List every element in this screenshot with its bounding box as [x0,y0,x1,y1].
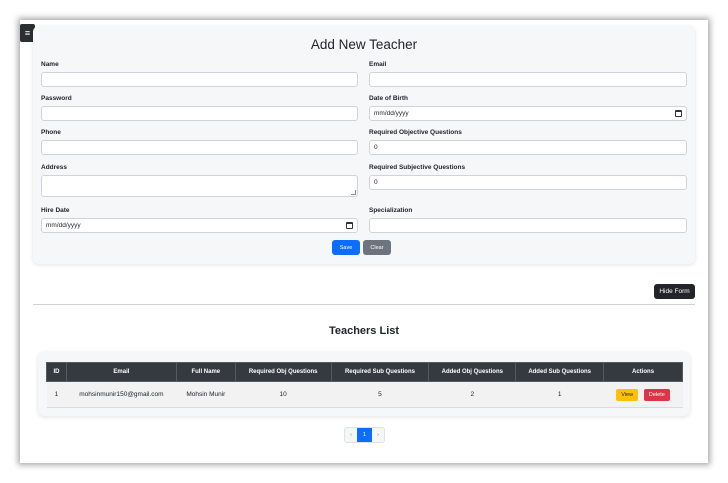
address-textarea[interactable] [41,175,358,197]
cell-email: mohsinmunir150@gmail.com [66,381,177,408]
column-header: Added Sub Questions [515,362,605,382]
email-label: Email [369,61,387,68]
specialization-label: Specialization [369,207,413,214]
resize-grip-icon[interactable] [351,190,356,195]
delete-button[interactable]: Delete [643,388,670,401]
hire-date-value: mm/dd/yyyy [46,222,81,229]
column-header: Added Obj Questions [428,362,517,382]
password-field[interactable] [41,106,358,121]
column-header: Actions [603,362,683,382]
calendar-icon[interactable] [346,222,353,229]
cell-req-obj: 10 [235,381,332,408]
column-header: Required Obj Questions [234,362,332,382]
table-header-row: ID Email Full Name Required Obj Question… [46,362,683,382]
pagination: ‹ 1 › [344,427,385,443]
form-title: Add New Teacher [310,37,418,52]
hire-date-label: Hire Date [41,207,70,214]
next-page-button[interactable]: › [372,428,384,442]
view-button[interactable]: View [616,388,639,401]
save-button[interactable]: Save [332,240,360,255]
specialization-field[interactable] [369,218,687,233]
phone-label: Phone [41,129,61,136]
hire-date-field[interactable]: mm/dd/yyyy [41,218,358,233]
dob-label: Date of Birth [369,95,408,102]
req-sub-label: Required Subjective Questions [369,164,466,171]
cell-full-name: Mohsin Munir [176,381,236,408]
table-row: 1 mohsinmunir150@gmail.com Mohsin Munir … [46,381,683,408]
password-label: Password [41,95,72,102]
address-label: Address [41,164,68,171]
name-field[interactable] [41,72,358,87]
app-window: ≡ Add New Teacher Name Password Phone Ad… [20,20,708,463]
phone-field[interactable] [41,140,358,155]
dob-value: mm/dd/yyyy [374,110,409,117]
cell-added-obj: 2 [428,381,516,408]
section-divider [33,304,695,305]
req-obj-label: Required Objective Questions [369,129,462,136]
dob-field[interactable]: mm/dd/yyyy [369,106,687,121]
cell-actions: View Delete [603,381,683,408]
name-label: Name [41,61,59,68]
hide-form-button[interactable]: Hide Form [654,284,695,299]
teachers-list-title: Teachers List [328,325,400,337]
cell-req-sub: 5 [331,381,429,408]
prev-page-button[interactable]: ‹ [345,428,357,442]
email-field[interactable] [369,72,687,87]
column-header: Required Sub Questions [330,362,430,382]
cell-id: 1 [46,381,67,408]
column-header: Full Name [175,362,236,382]
clear-button[interactable]: Clear [363,240,391,255]
req-obj-field[interactable]: 0 [369,140,687,155]
add-teacher-form: Add New Teacher Name Password Phone Addr… [33,26,695,264]
req-sub-field[interactable]: 0 [369,175,687,190]
page-1-button[interactable]: 1 [357,428,372,442]
teachers-table: ID Email Full Name Required Obj Question… [46,362,683,408]
calendar-icon[interactable] [675,110,682,117]
column-header: Email [65,362,177,382]
cell-added-sub: 1 [515,381,604,408]
column-header: ID [46,362,67,382]
